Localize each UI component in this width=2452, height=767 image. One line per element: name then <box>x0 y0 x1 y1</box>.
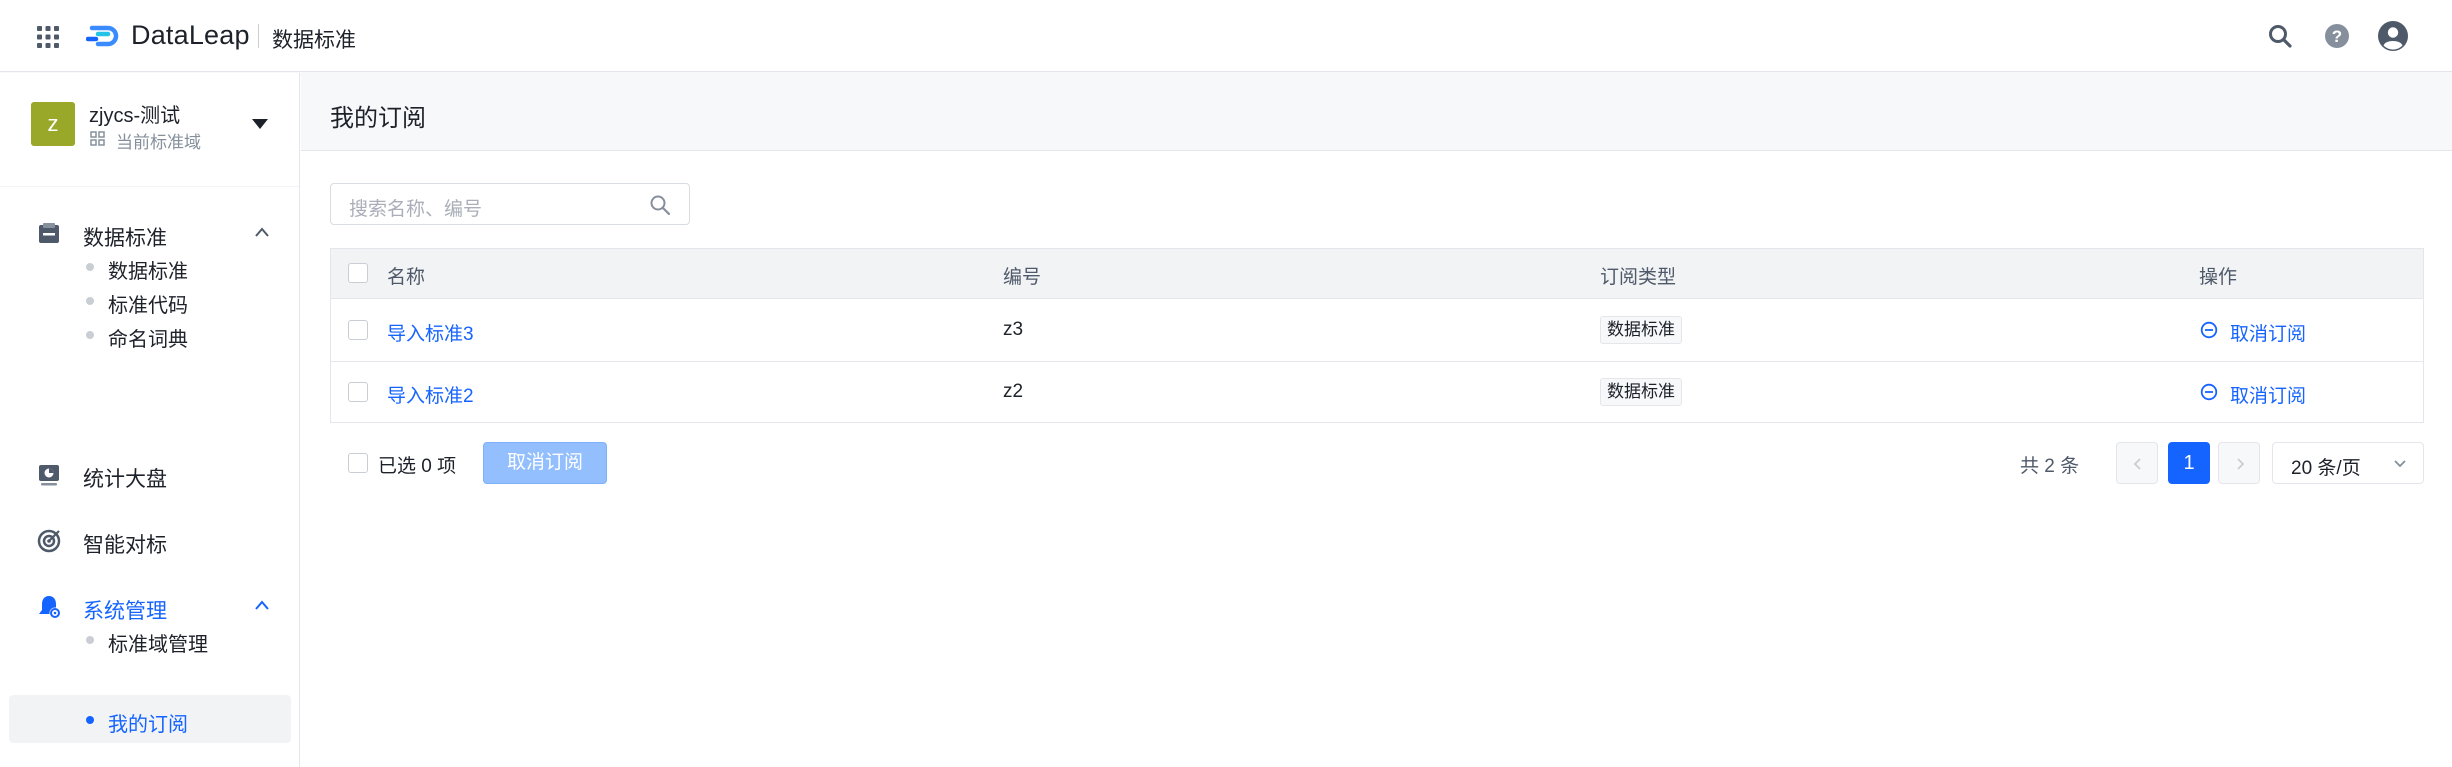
type-tag: 数据标准 <box>1600 316 1682 344</box>
page-size-select[interactable]: 20 条/页 <box>2272 442 2424 484</box>
search-placeholder: 搜索名称、编号 <box>349 199 483 220</box>
total-count: 共 2 条 <box>2020 456 2080 477</box>
table-header: 名称 编号 订阅类型 操作 <box>331 249 2423 299</box>
caret-down-icon[interactable] <box>252 119 268 129</box>
unsubscribe-label: 取消订阅 <box>2230 386 2307 407</box>
row-code: z3 <box>1003 319 1024 340</box>
unsubscribe-label: 取消订阅 <box>2230 324 2307 345</box>
minus-circle-icon <box>2200 321 2218 339</box>
bullet-icon <box>86 263 94 271</box>
search-icon[interactable] <box>2264 20 2296 52</box>
dashboard-icon <box>39 465 59 486</box>
page-title: 我的订阅 <box>330 105 426 132</box>
bullet-icon <box>86 716 94 724</box>
workspace-avatar: z <box>31 102 75 146</box>
type-tag: 数据标准 <box>1600 378 1682 406</box>
sidebar: z zjycs-测试 当前标准域 数据标准 数据标准 标准代码 命名词典 统计大… <box>0 73 300 767</box>
chevron-up-icon <box>255 600 269 610</box>
user-avatar-icon[interactable] <box>2377 20 2409 52</box>
domain-grid-icon <box>90 131 105 146</box>
selected-count: 0 <box>421 456 432 477</box>
subscription-table: 名称 编号 订阅类型 操作 导入标准3 z3 数据标准 取消订阅 导入标准2 z… <box>330 248 2424 423</box>
sidebar-item-label: 标准域管理 <box>108 634 208 656</box>
workspace-subtitle: 当前标准域 <box>116 133 201 152</box>
selected-count-text: 已选 0 项 <box>378 451 456 478</box>
nav-item-dashboard[interactable]: 统计大盘 <box>0 447 299 503</box>
page-number-current[interactable]: 1 <box>2168 442 2210 484</box>
bullet-icon <box>86 297 94 305</box>
workspace-name: zjycs-测试 <box>89 105 181 127</box>
product-name: 数据标准 <box>272 29 356 52</box>
help-icon[interactable]: ? <box>2321 20 2353 52</box>
divider <box>0 186 299 187</box>
page-header: 我的订阅 <box>301 73 2452 151</box>
sidebar-item-label: 我的订阅 <box>108 714 188 736</box>
selected-suffix: 项 <box>437 456 457 477</box>
page-size-value: 20 条/页 <box>2291 458 2361 479</box>
chevron-down-icon <box>2394 460 2406 468</box>
chevron-up-icon <box>255 227 269 237</box>
chevron-left-icon <box>2133 458 2141 470</box>
search-input[interactable]: 搜索名称、编号 <box>330 183 690 225</box>
row-checkbox[interactable] <box>348 320 368 340</box>
column-header-name: 名称 <box>387 267 426 288</box>
bullet-icon <box>86 636 94 644</box>
nav-item-smart-mapping[interactable]: 智能对标 <box>0 513 299 569</box>
table-row: 导入标准3 z3 数据标准 取消订阅 <box>331 300 2423 362</box>
column-header-action: 操作 <box>2199 267 2238 288</box>
next-page-button[interactable] <box>2218 442 2260 484</box>
row-code: z2 <box>1003 381 1024 402</box>
nav-item-label: 统计大盘 <box>83 468 167 491</box>
svg-text:?: ? <box>2332 27 2342 46</box>
search-icon[interactable] <box>649 194 671 216</box>
sidebar-item-my-subscriptions[interactable]: 我的订阅 <box>9 695 291 743</box>
sidebar-item-naming-dictionary[interactable]: 命名词典 <box>9 310 291 358</box>
dataleap-logo-icon <box>86 25 119 47</box>
sidebar-item-domain-management[interactable]: 标准域管理 <box>9 615 291 663</box>
target-icon <box>37 529 61 553</box>
row-checkbox[interactable] <box>348 382 368 402</box>
top-bar: DataLeap 数据标准 ? <box>0 0 2452 72</box>
select-all-checkbox[interactable] <box>348 263 368 283</box>
selected-prefix: 已选 <box>378 456 417 477</box>
column-header-type: 订阅类型 <box>1600 267 1677 288</box>
bulk-select-checkbox[interactable] <box>348 453 368 473</box>
chevron-right-icon <box>2237 458 2245 470</box>
table-row: 导入标准2 z2 数据标准 取消订阅 <box>331 362 2423 424</box>
nav-item-label: 智能对标 <box>83 534 167 557</box>
minus-circle-icon <box>2200 383 2218 401</box>
column-header-code: 编号 <box>1003 267 1042 288</box>
prev-page-button[interactable] <box>2116 442 2158 484</box>
brand-name[interactable]: DataLeap <box>131 20 250 51</box>
brand-divider <box>258 24 259 48</box>
row-name-link[interactable]: 导入标准3 <box>387 319 474 346</box>
bullet-icon <box>86 331 94 339</box>
bulk-unsubscribe-button[interactable]: 取消订阅 <box>483 442 607 484</box>
apps-grid-icon[interactable] <box>36 25 60 49</box>
sidebar-item-label: 命名词典 <box>108 329 188 351</box>
row-name-link[interactable]: 导入标准2 <box>387 381 474 408</box>
